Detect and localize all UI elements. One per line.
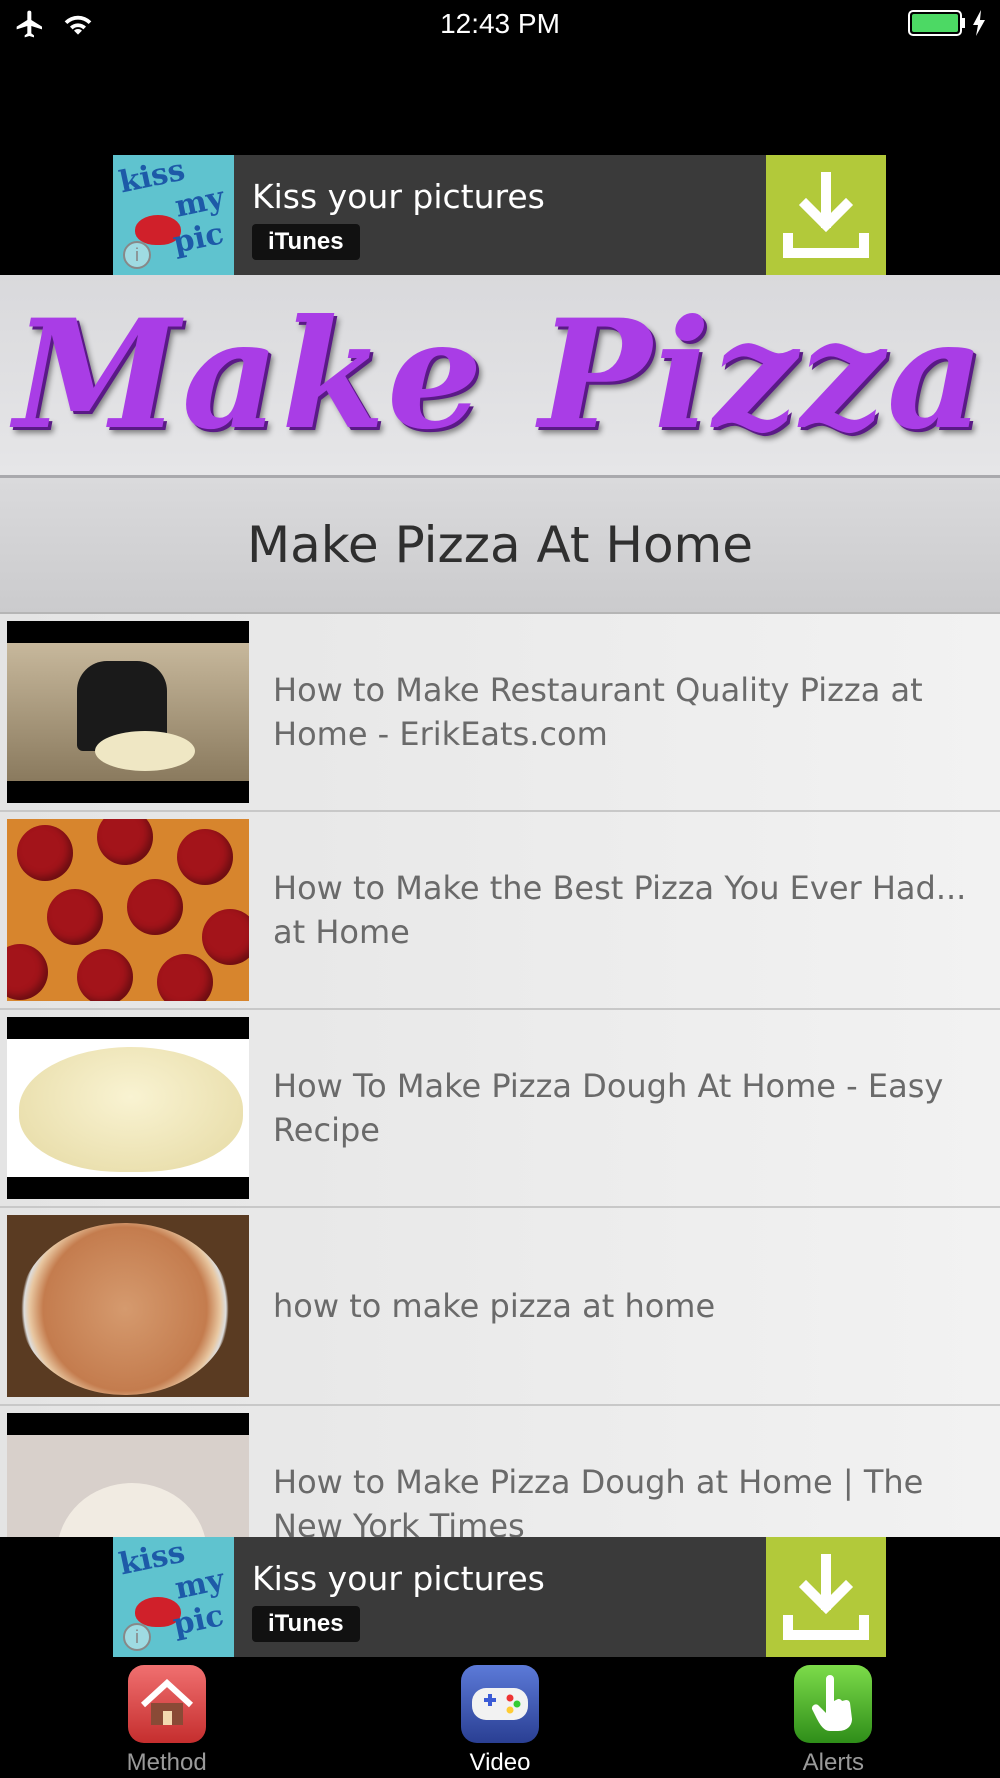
video-list-item[interactable]: How to Make Restaurant Quality Pizza at … xyxy=(0,614,1000,812)
video-list-item[interactable]: How To Make Pizza Dough At Home - Easy R… xyxy=(0,1010,1000,1208)
gamepad-icon xyxy=(460,1665,539,1743)
info-icon[interactable]: i xyxy=(123,241,151,269)
video-list: How to Make Restaurant Quality Pizza at … xyxy=(0,614,1000,1537)
download-icon xyxy=(783,1554,869,1640)
ad-title: Kiss your pictures xyxy=(252,177,545,216)
video-title: How to Make the Best Pizza You Ever Had.… xyxy=(273,869,967,951)
video-title: how to make pizza at home xyxy=(273,1287,716,1325)
video-title: How to Make Pizza Dough at Home | The Ne… xyxy=(273,1463,924,1537)
tab-label: Video xyxy=(469,1749,531,1776)
main-content[interactable]: Make Pizza Make Pizza At Home How to Mak… xyxy=(0,275,1000,1537)
ad-logo: kiss my pic i xyxy=(113,1537,234,1657)
info-icon[interactable]: i xyxy=(123,1623,151,1651)
video-list-item[interactable]: how to make pizza at home xyxy=(0,1208,1000,1406)
status-bar: 12:43 PM xyxy=(0,0,1000,50)
ad-title: Kiss your pictures xyxy=(252,1559,545,1598)
ad-text: Kiss your pictures iTunes xyxy=(234,1537,766,1657)
tab-label: Method xyxy=(126,1749,207,1776)
tab-label: Alerts xyxy=(802,1749,864,1776)
hand-pointer-icon xyxy=(794,1665,873,1743)
ad-store-badge: iTunes xyxy=(252,224,360,260)
ad-store-badge: iTunes xyxy=(252,1606,360,1642)
ad-logo: kiss my pic i xyxy=(113,155,234,275)
video-thumbnail xyxy=(7,1215,249,1397)
video-title: How to Make Restaurant Quality Pizza at … xyxy=(273,671,923,753)
section-header: Make Pizza At Home xyxy=(0,478,1000,614)
app-logo: Make Pizza xyxy=(13,287,987,463)
tab-bar: Method Video Alerts xyxy=(0,1657,1000,1778)
video-list-item[interactable]: How to Make Pizza Dough at Home | The Ne… xyxy=(0,1406,1000,1537)
video-title: How To Make Pizza Dough At Home - Easy R… xyxy=(273,1067,944,1149)
battery-icon xyxy=(908,10,965,36)
tab-method[interactable]: Method xyxy=(0,1657,333,1778)
ad-banner-bottom[interactable]: kiss my pic i Kiss your pictures iTunes xyxy=(113,1537,886,1657)
video-thumbnail xyxy=(7,1413,249,1537)
home-icon xyxy=(127,1665,206,1743)
download-icon xyxy=(783,172,869,258)
tab-video[interactable]: Video xyxy=(333,1657,666,1778)
video-list-item[interactable]: How to Make the Best Pizza You Ever Had.… xyxy=(0,812,1000,1010)
tab-alerts[interactable]: Alerts xyxy=(667,1657,1000,1778)
video-thumbnail xyxy=(7,1017,249,1199)
status-time: 12:43 PM xyxy=(440,8,560,39)
video-thumbnail xyxy=(7,819,249,1001)
ad-download-button[interactable] xyxy=(766,155,886,275)
lightning-icon xyxy=(973,10,985,36)
video-thumbnail xyxy=(7,621,249,803)
section-title: Make Pizza At Home xyxy=(246,516,754,574)
ad-banner-top[interactable]: kiss my pic i Kiss your pictures iTunes xyxy=(113,155,886,275)
status-right xyxy=(908,10,986,36)
ad-text: Kiss your pictures iTunes xyxy=(234,155,766,275)
app-logo-banner: Make Pizza xyxy=(0,275,1000,478)
ad-download-button[interactable] xyxy=(766,1537,886,1657)
